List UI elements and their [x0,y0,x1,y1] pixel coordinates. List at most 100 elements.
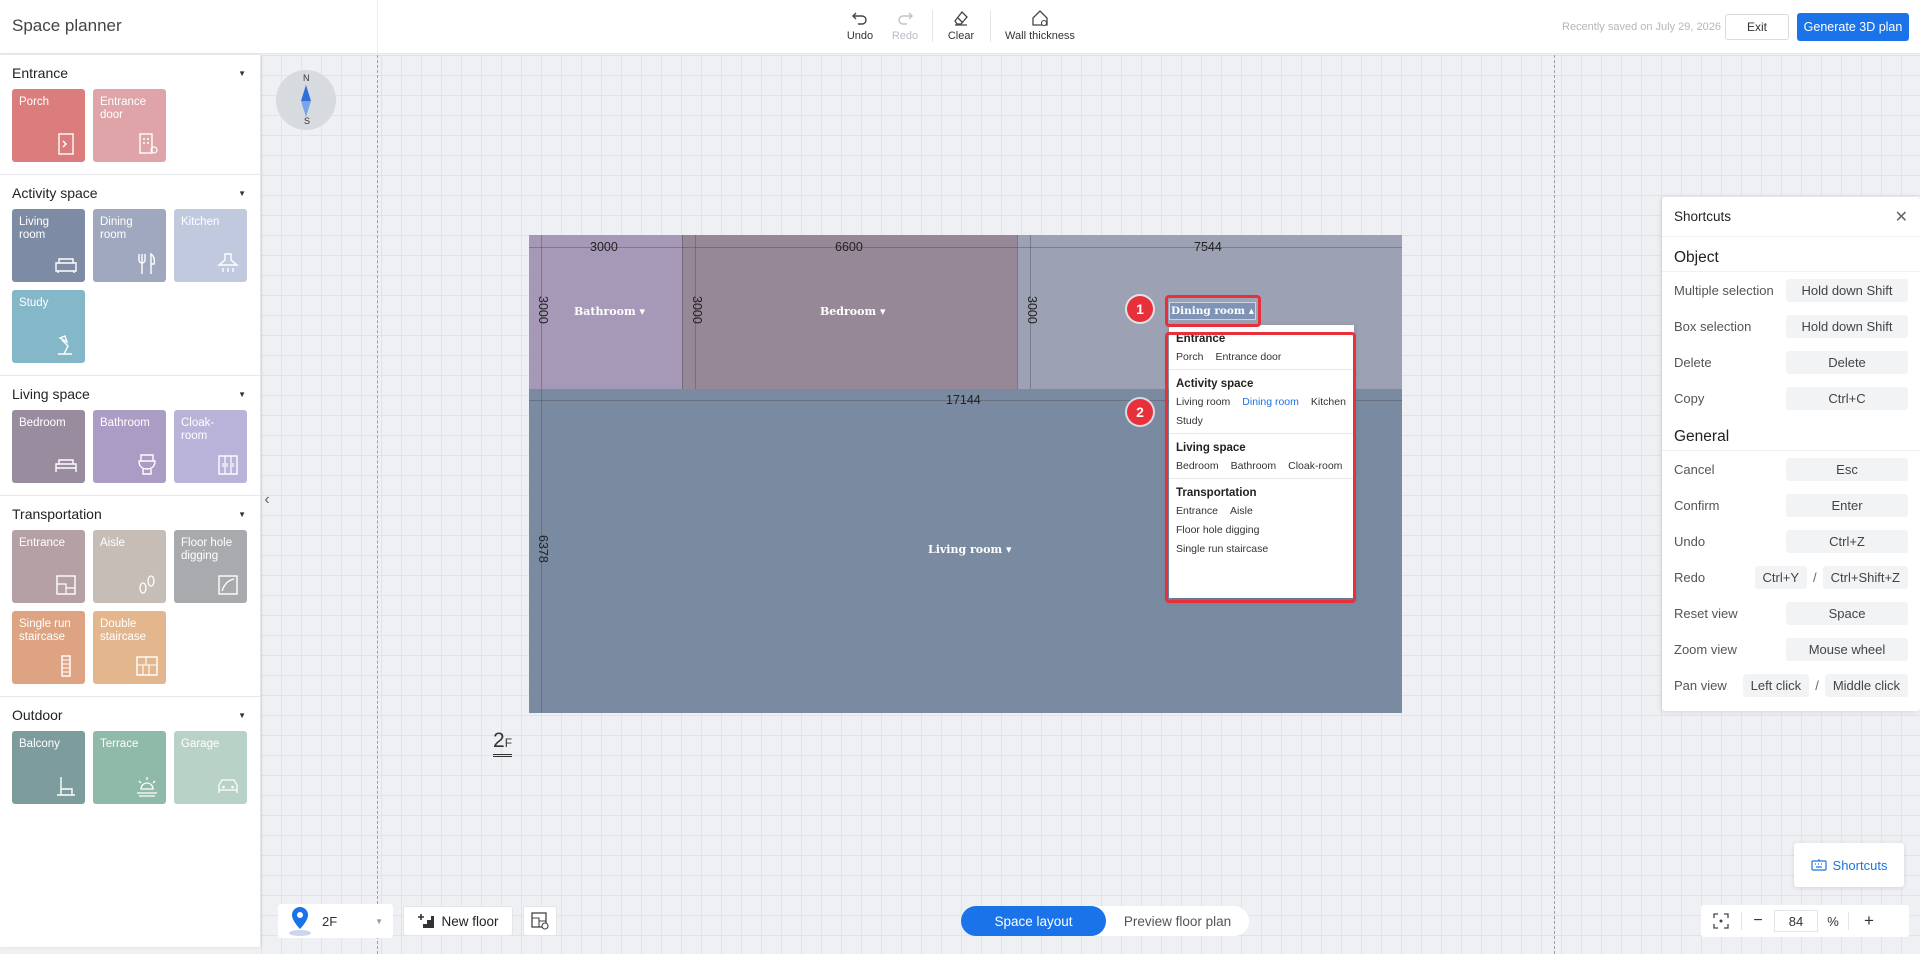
compass: N S [276,70,336,130]
dimension-top-2: 6600 [835,240,863,254]
shortcut-key: Hold down Shift [1786,278,1908,302]
category-title: Outdoor [12,707,63,723]
fit-screen-icon [1713,913,1729,929]
tile-entrance[interactable]: Entrance [12,530,85,603]
desk-lamp-icon [58,335,72,355]
shortcut-row: Redo Ctrl+Y / Ctrl+Shift+Z [1662,559,1920,595]
shortcut-label: Confirm [1674,497,1720,513]
tile-cloak-room[interactable]: Cloak-room [174,410,247,483]
sun-icon [137,777,157,797]
shortcut-row: Box selection Hold down Shift [1662,308,1920,344]
tile-floor-hole-digging[interactable]: Floor hole digging [174,530,247,603]
space-layout-tab[interactable]: Space layout [961,906,1106,936]
category-title: Transportation [12,506,102,522]
shortcut-row: Pan view Left click / Middle click [1662,667,1920,703]
undo-icon [852,12,867,25]
dimension-living-height: 6378 [536,535,550,563]
shortcut-key: Mouse wheel [1786,637,1908,661]
category-header[interactable]: Transportation ▼ [12,503,260,525]
tile-garage[interactable]: Garage [174,731,247,804]
shortcuts-section-object: Object [1662,237,1920,272]
wall-thickness-button[interactable]: Wall thickness [1003,8,1077,42]
shortcut-label: Copy [1674,390,1705,406]
floor-select[interactable]: 2F ▼ [278,904,393,938]
shortcut-key: Esc [1786,457,1908,481]
dimension-line [529,247,1402,248]
shortcuts-toggle-button[interactable]: Shortcuts [1794,843,1904,887]
caret-down-icon: ▼ [238,68,246,78]
generate-3d-plan-button[interactable]: Generate 3D plan [1797,13,1909,41]
tile-dining-room[interactable]: Dining room [93,209,166,282]
single-stair-icon [61,655,71,677]
tile-label: Balcony [19,738,60,750]
keypad-lock-icon [139,133,158,154]
tile-bedroom[interactable]: Bedroom [12,410,85,483]
compass-needle-icon [301,85,311,117]
tile-label: Double staircase [100,618,147,643]
tile-bathroom[interactable]: Bathroom [93,410,166,483]
room-type-dropdown-bedroom[interactable]: Bedroom ▾ [820,305,885,318]
double-stair-icon [136,656,158,676]
category-header[interactable]: Outdoor ▼ [12,704,260,726]
tile-entrance-door[interactable]: Entrance door [93,89,166,162]
category-header[interactable]: Activity space ▼ [12,182,260,204]
zoom-input[interactable]: 84 [1774,910,1818,932]
guide-line [377,55,378,954]
clear-button[interactable]: Clear [946,8,976,42]
undo-label: Undo [846,30,874,42]
sidebar-collapse-button[interactable]: ‹ [261,486,273,514]
zoom-controls: − 84 % + [1701,905,1909,937]
category-header[interactable]: Entrance ▼ [12,62,260,84]
category-entrance: Entrance ▼ Porch Entrance door [0,55,260,175]
tile-label: Living room [19,216,50,241]
new-floor-label: New floor [441,913,499,929]
tile-living-room[interactable]: Living room [12,209,85,282]
compass-south: S [304,116,311,126]
tile-label: Terrace [100,738,139,750]
shortcuts-section-general: General [1662,416,1920,451]
exit-button[interactable]: Exit [1725,14,1789,40]
undo-button[interactable]: Undo [845,8,875,42]
close-icon[interactable]: ✕ [1895,207,1908,227]
dimension-top-3: 7544 [1194,240,1222,254]
zoom-in-button[interactable]: + [1849,905,1889,937]
shortcut-key: Delete [1786,350,1908,374]
floor-indicator: 2F [493,730,513,757]
tile-porch[interactable]: Porch [12,89,85,162]
separator: / [1813,569,1817,585]
category-title: Entrance [12,65,69,81]
annotation-badge-2: 2 [1127,399,1153,425]
zoom-out-button[interactable]: − [1742,905,1774,937]
tile-balcony[interactable]: Balcony [12,731,85,804]
category-transportation: Transportation ▼ Entrance Aisle Floor ho… [0,496,260,697]
room-type-dropdown-bathroom[interactable]: Bathroom ▾ [574,305,645,318]
tile-label: Kitchen [181,216,220,228]
tile-kitchen[interactable]: Kitchen [174,209,247,282]
shortcut-label: Multiple selection [1674,282,1774,298]
new-floor-button[interactable]: New floor [403,906,513,936]
compass-north: N [303,73,310,83]
floor-plan-settings-icon [531,912,549,930]
tile-double-staircase[interactable]: Double staircase [93,611,166,684]
redo-label: Redo [891,30,919,42]
room-label-bedroom: Bedroom [820,305,877,318]
room-type-dropdown-living[interactable]: Living room ▾ [928,543,1012,556]
tile-study[interactable]: Study [12,290,85,363]
redo-button[interactable]: Redo [890,8,920,42]
caret-down-icon: ▾ [639,305,645,318]
add-stairs-icon [418,914,435,928]
dimension-middle: 17144 [946,393,981,407]
shortcut-row: Undo Ctrl+Z [1662,523,1920,559]
shortcuts-title: Shortcuts [1674,209,1732,224]
tile-aisle[interactable]: Aisle [93,530,166,603]
category-header[interactable]: Living space ▼ [12,383,260,405]
toilet-icon [138,454,156,475]
preview-floor-plan-tab[interactable]: Preview floor plan [1106,906,1249,936]
tile-label: Bedroom [19,417,66,429]
tile-terrace[interactable]: Terrace [93,731,166,804]
tile-label: Bathroom [100,417,150,429]
floor-image-button[interactable] [523,906,557,936]
tile-single-run-staircase[interactable]: Single run staircase [12,611,85,684]
shortcut-row: Copy Ctrl+C [1662,380,1920,416]
fit-view-button[interactable] [1701,905,1741,937]
